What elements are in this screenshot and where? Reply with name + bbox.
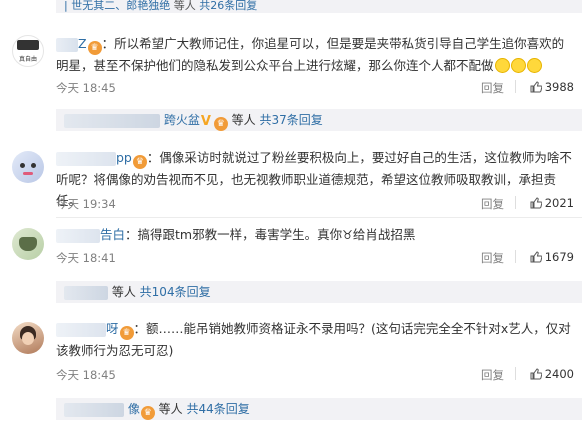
like-button[interactable]: 2400: [530, 367, 574, 381]
colon: ：: [146, 150, 160, 165]
avatar[interactable]: [12, 151, 44, 183]
comment-meta: 今天 18:41 回复 1679: [56, 248, 574, 266]
divider: [515, 367, 516, 380]
sub-replies-bar: 跨火盆V ♛ 等人 共37条回复: [56, 109, 582, 131]
divider: [515, 250, 516, 263]
comment-meta: 今天 19:34 回复 2021: [56, 194, 574, 212]
username-blur: [56, 228, 100, 243]
reply-button[interactable]: 回复: [481, 250, 504, 266]
comment-text: Z ♛ ：所以希望广大教师记住，你追星可以，但是要是夹带私货引导自己学生追你喜欢的明…: [56, 33, 574, 76]
reply-count-link[interactable]: 共26条回复: [199, 0, 257, 12]
smile-emoji-icon: [494, 58, 510, 73]
sub-replies-bar: 像 ♛ 等人 共44条回复: [56, 398, 582, 420]
like-count: 1679: [544, 250, 574, 264]
smile-emoji-icon: [526, 58, 542, 73]
sheep-emoji-icon: ♉: [342, 228, 353, 242]
reply-count-link[interactable]: 共104条回复: [140, 285, 211, 299]
fan-badge-icon: V: [200, 114, 211, 129]
colon: ：: [133, 321, 147, 336]
username-link[interactable]: 告白: [100, 227, 125, 242]
reply-count-link[interactable]: 共44条回复: [187, 402, 250, 416]
comment-body: 搞得跟tm邪教一样，毒害学生。真你: [137, 227, 343, 242]
reply-suffix: 等人: [231, 113, 256, 127]
thumbs-up-icon: [530, 251, 542, 263]
thumbs-up-icon: [530, 368, 542, 380]
colon: ：: [101, 36, 115, 51]
like-count: 2400: [544, 367, 574, 381]
comment-item: 真自由 Z ♛ ：所以希望广大教师记住，你追星可以，但是要是夹带私货引导自己学生追你…: [0, 27, 582, 109]
username-link[interactable]: pp: [116, 150, 132, 165]
divider: [515, 196, 516, 209]
username-link[interactable]: 呀: [106, 321, 119, 336]
sub-replies-bar: 等人 共104条回复: [56, 281, 582, 303]
username-blur: [64, 285, 108, 300]
reply-button[interactable]: 回复: [481, 80, 504, 96]
reply-button[interactable]: 回复: [481, 196, 504, 212]
comment-text: 呀 ♛ ：额……能吊销她教师资格证永不录用吗？(这句话完完全全不针对x艺人，仅对该教…: [56, 318, 574, 361]
fan-badge-icon: ♛: [119, 326, 134, 340]
username-blur: [64, 113, 160, 128]
comment-item: pp ♛ ：偶像采访时就说过了粉丝要积极向上，要过好自己的生活，这位教师为啥不听呢？…: [0, 143, 582, 213]
username-blur: [64, 402, 124, 417]
comment-time: 今天 18:45: [56, 81, 116, 95]
previous-reply-summary: | 世无其二、郎艳独绝 等人 共26条回复: [56, 0, 582, 13]
reply-user-link[interactable]: | 世无其二、郎艳独绝: [64, 0, 170, 12]
comment-body: 所以希望广大教师记住，你追星可以，但是要是夹带私货引导自己学生追你喜欢的明星，甚…: [56, 36, 565, 73]
reply-suffix: 等人: [111, 285, 136, 299]
username-blur: [56, 322, 106, 337]
comment-meta: 今天 18:45 回复 2400: [56, 365, 574, 383]
divider: [56, 217, 582, 218]
comment-item: 呀 ♛ ：额……能吊销她教师资格证永不录用吗？(这句话完完全全不针对x艺人，仅对该教…: [0, 316, 582, 390]
fan-badge-icon: ♛: [132, 155, 147, 169]
like-button[interactable]: 2021: [530, 196, 574, 210]
like-count: 3988: [544, 80, 574, 94]
comment-time: 今天 18:41: [56, 251, 116, 265]
avatar[interactable]: [12, 228, 44, 260]
reply-suffix: 等人: [158, 402, 183, 416]
colon: ：: [125, 227, 138, 242]
avatar[interactable]: [12, 322, 44, 354]
thumbs-up-icon: [530, 81, 542, 93]
comment-body-tail: 给肖战招黑: [352, 227, 416, 242]
username-link[interactable]: Z: [78, 36, 87, 51]
username-blur: [56, 37, 78, 52]
reply-count-link[interactable]: 共37条回复: [260, 113, 323, 127]
reply-button[interactable]: 回复: [481, 367, 504, 383]
avatar[interactable]: 真自由: [12, 35, 44, 67]
fan-badge-icon: ♛: [87, 41, 102, 55]
thumbs-up-icon: [530, 197, 542, 209]
fan-badge-icon: ♛: [140, 406, 155, 420]
username-blur: [56, 151, 116, 166]
reply-user-link[interactable]: 像: [128, 402, 140, 416]
fan-badge-icon: ♛: [213, 117, 228, 131]
like-count: 2021: [544, 196, 574, 210]
comment-item: 告白：搞得跟tm邪教一样，毒害学生。真你♉给肖战招黑 今天 18:41 回复 1…: [0, 220, 582, 276]
avatar-caption: 真自由: [18, 56, 37, 63]
comment-time: 今天 19:34: [56, 197, 116, 211]
comment-time: 今天 18:45: [56, 368, 116, 382]
smile-emoji-icon: [510, 58, 526, 73]
reply-user-link[interactable]: 跨火盆: [164, 113, 200, 127]
comment-meta: 今天 18:45 回复 3988: [56, 78, 574, 96]
comment-text: 告白：搞得跟tm邪教一样，毒害学生。真你♉给肖战招黑: [56, 224, 574, 246]
divider: [515, 80, 516, 93]
like-button[interactable]: 3988: [530, 80, 574, 94]
reply-suffix: 等人: [173, 0, 196, 12]
like-button[interactable]: 1679: [530, 250, 574, 264]
